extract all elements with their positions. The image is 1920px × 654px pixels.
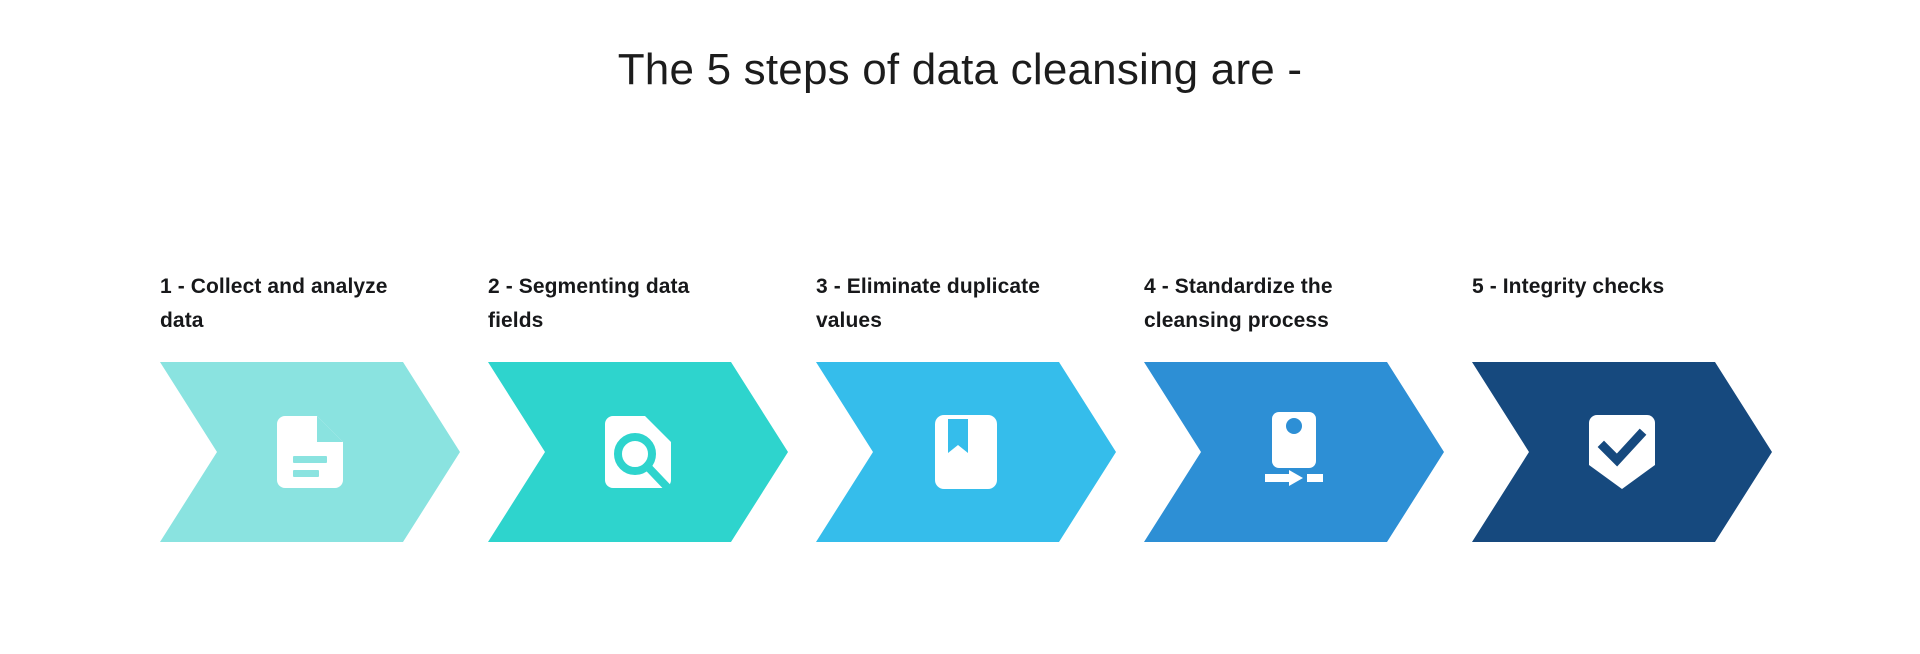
step-item-3: 3 - Eliminate duplicate values <box>816 270 1144 542</box>
step-item-5: 5 - Integrity checks <box>1472 270 1800 542</box>
step-label-4: 4 - Standardize the cleansing process <box>1144 275 1333 333</box>
step-chevron-3 <box>816 362 1116 542</box>
page-title: The 5 steps of data cleansing are - <box>617 45 1303 94</box>
chevron-shape-2 <box>488 362 788 542</box>
step-label-1: 1 - Collect and analyze data <box>160 275 388 333</box>
step-item-1: 1 - Collect and analyze data <box>160 270 488 542</box>
chevron-shape-3 <box>816 362 1116 542</box>
step-label-5: 5 - Integrity checks <box>1472 275 1665 298</box>
step-chevron-4 <box>1144 362 1444 542</box>
step-chevron-1 <box>160 362 460 542</box>
chevron-shape-5 <box>1472 362 1772 542</box>
step-item-2: 2 - Segmenting data fields <box>488 270 816 542</box>
step-chevron-5 <box>1472 362 1772 542</box>
infographic-page: The 5 steps of data cleansing are - 1 - … <box>0 0 1920 654</box>
step-label-3: 3 - Eliminate duplicate values <box>816 275 1041 333</box>
step-item-4: 4 - Standardize the cleansing process <box>1144 270 1472 542</box>
step-chevron-2 <box>488 362 788 542</box>
chevron-shape-4 <box>1144 362 1444 542</box>
step-label-2: 2 - Segmenting data fields <box>488 275 690 333</box>
steps-row: 1 - Collect and analyze data 2 - Segment… <box>160 270 1800 590</box>
chevron-shape-1 <box>160 362 460 542</box>
